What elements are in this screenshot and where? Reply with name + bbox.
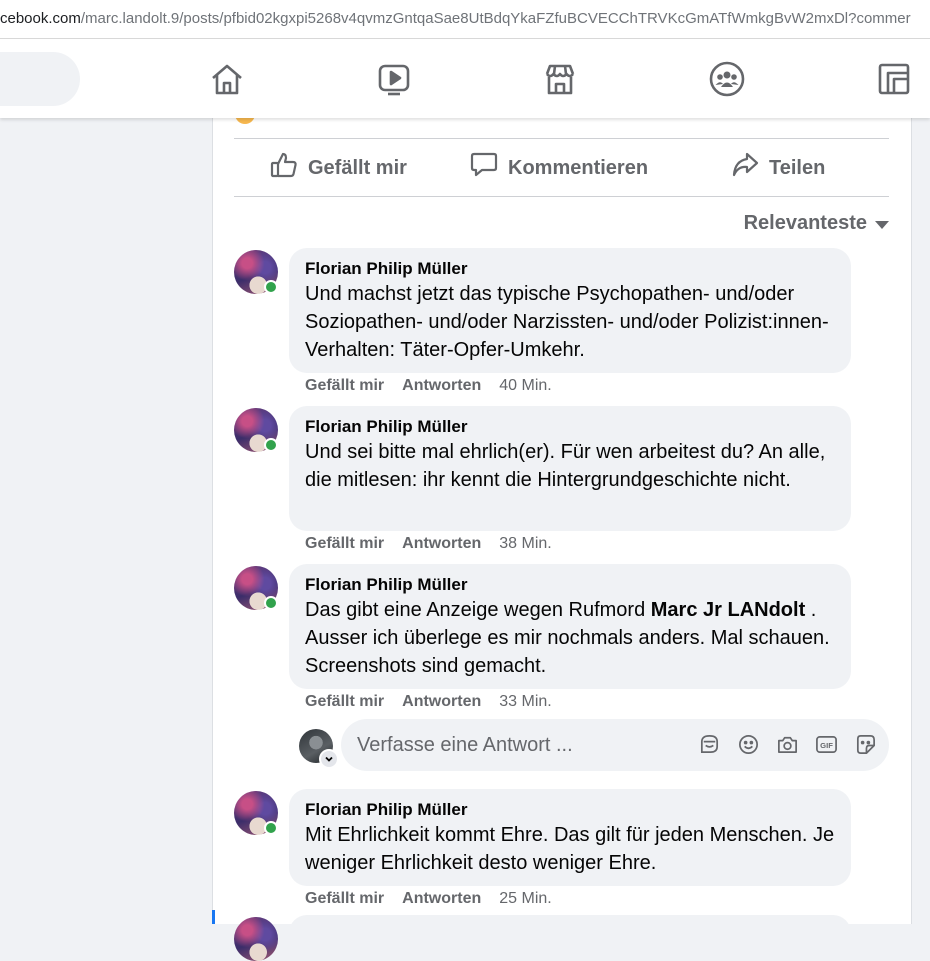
sort-label: Relevanteste bbox=[743, 212, 867, 234]
comment-text: Und machst jetzt das typische Psychopath… bbox=[305, 283, 829, 361]
gaming-icon[interactable] bbox=[874, 57, 914, 101]
svg-text:GIF: GIF bbox=[820, 741, 833, 750]
comment-like-link[interactable]: Gefällt mir bbox=[305, 889, 384, 909]
chevron-down-icon[interactable] bbox=[319, 749, 339, 769]
comment-label: Kommentieren bbox=[508, 156, 649, 179]
comment-meta: Gefällt mir Antworten 40 Min. bbox=[305, 376, 552, 396]
comment-timestamp[interactable]: 25 Min. bbox=[499, 889, 551, 909]
url-text[interactable]: cebook.com/marc.landolt.9/posts/pfbid02k… bbox=[0, 10, 911, 28]
mention-link[interactable]: Marc Jr LANdolt bbox=[651, 599, 805, 621]
share-button[interactable]: Teilen bbox=[731, 148, 825, 188]
reply-tools: GIF bbox=[698, 733, 877, 761]
comment-like-link[interactable]: Gefällt mir bbox=[305, 692, 384, 712]
comment-timestamp[interactable]: 33 Min. bbox=[499, 692, 551, 712]
comment-timestamp[interactable]: 38 Min. bbox=[499, 534, 551, 554]
divider bbox=[234, 196, 889, 197]
comment-bubble bbox=[289, 915, 851, 955]
comment-text: Und sei bitte mal ehrlich(er). Für wen a… bbox=[305, 441, 826, 491]
like-label: Gefällt mir bbox=[308, 156, 407, 179]
gif-icon[interactable]: GIF bbox=[815, 733, 838, 761]
divider bbox=[234, 138, 889, 139]
home-icon[interactable] bbox=[207, 57, 247, 101]
comment-author[interactable]: Florian Philip Müller bbox=[305, 258, 835, 280]
comment-author[interactable]: Florian Philip Müller bbox=[305, 574, 835, 596]
groups-icon[interactable] bbox=[707, 57, 747, 101]
comment-timestamp[interactable]: 40 Min. bbox=[499, 376, 551, 396]
reply-input[interactable]: Verfasse eine Antwort ... GIF bbox=[341, 719, 889, 771]
comment-author[interactable]: Florian Philip Müller bbox=[305, 799, 835, 821]
comment-bubble: Florian Philip Müller Das gibt eine Anze… bbox=[289, 564, 851, 689]
online-status-icon bbox=[264, 438, 278, 452]
comment-text-start: Das gibt eine Anzeige wegen Rufmord bbox=[305, 599, 651, 621]
thread-indicator bbox=[212, 910, 215, 924]
comment-reply-link[interactable]: Antworten bbox=[402, 376, 481, 396]
comment-text: Das gibt eine Anzeige wegen Rufmord Marc… bbox=[305, 596, 835, 680]
top-navigation bbox=[0, 39, 930, 118]
search-box[interactable] bbox=[0, 52, 80, 106]
comment-meta: Gefällt mir Antworten 25 Min. bbox=[305, 889, 552, 909]
share-icon bbox=[731, 151, 759, 185]
comment-reply-link[interactable]: Antworten bbox=[402, 692, 481, 712]
comment-bubble: Florian Philip Müller Mit Ehrlichkeit ko… bbox=[289, 789, 851, 886]
comment-reply-link[interactable]: Antworten bbox=[402, 534, 481, 554]
comment-bubble: Florian Philip Müller Und machst jetzt d… bbox=[289, 248, 851, 373]
reply-composer: Verfasse eine Antwort ... GIF bbox=[299, 719, 889, 771]
comment-meta: Gefällt mir Antworten 38 Min. bbox=[305, 534, 552, 554]
online-status-icon bbox=[264, 821, 278, 835]
avatar-sticker-icon[interactable] bbox=[698, 733, 721, 761]
comment-reply-link[interactable]: Antworten bbox=[402, 889, 481, 909]
thumbs-up-icon bbox=[270, 151, 298, 185]
online-status-icon bbox=[264, 596, 278, 610]
watch-icon[interactable] bbox=[374, 57, 414, 101]
sort-dropdown[interactable]: Relevanteste bbox=[744, 212, 889, 235]
comment-like-link[interactable]: Gefällt mir bbox=[305, 534, 384, 554]
comment-button[interactable]: Kommentieren bbox=[470, 148, 648, 188]
comment-like-link[interactable]: Gefällt mir bbox=[305, 376, 384, 396]
comment-bubble: Florian Philip Müller Und sei bitte mal … bbox=[289, 406, 851, 531]
online-status-icon bbox=[264, 280, 278, 294]
share-label: Teilen bbox=[769, 156, 826, 179]
address-bar[interactable]: cebook.com/marc.landolt.9/posts/pfbid02k… bbox=[0, 0, 930, 39]
comment-meta: Gefällt mir Antworten 33 Min. bbox=[305, 692, 552, 712]
comment-author[interactable]: Florian Philip Müller bbox=[305, 416, 835, 438]
emoji-icon[interactable] bbox=[737, 733, 760, 761]
camera-icon[interactable] bbox=[776, 733, 799, 761]
reply-placeholder: Verfasse eine Antwort ... bbox=[357, 734, 573, 756]
url-path: /marc.landolt.9/posts/pfbid02kgxpi5268v4… bbox=[80, 10, 911, 27]
post-panel: Gefällt mir Kommentieren Teilen Relevant… bbox=[212, 110, 912, 961]
marketplace-icon[interactable] bbox=[540, 57, 580, 101]
comment-text: Mit Ehrlichkeit kommt Ehre. Das gilt für… bbox=[305, 824, 835, 874]
comment-icon bbox=[470, 151, 498, 185]
url-host: cebook.com bbox=[0, 10, 81, 27]
like-button[interactable]: Gefällt mir bbox=[270, 148, 407, 188]
sticker-icon[interactable] bbox=[854, 733, 877, 761]
post-actions: Gefällt mir Kommentieren Teilen bbox=[234, 140, 889, 196]
caret-down-icon bbox=[875, 221, 889, 229]
